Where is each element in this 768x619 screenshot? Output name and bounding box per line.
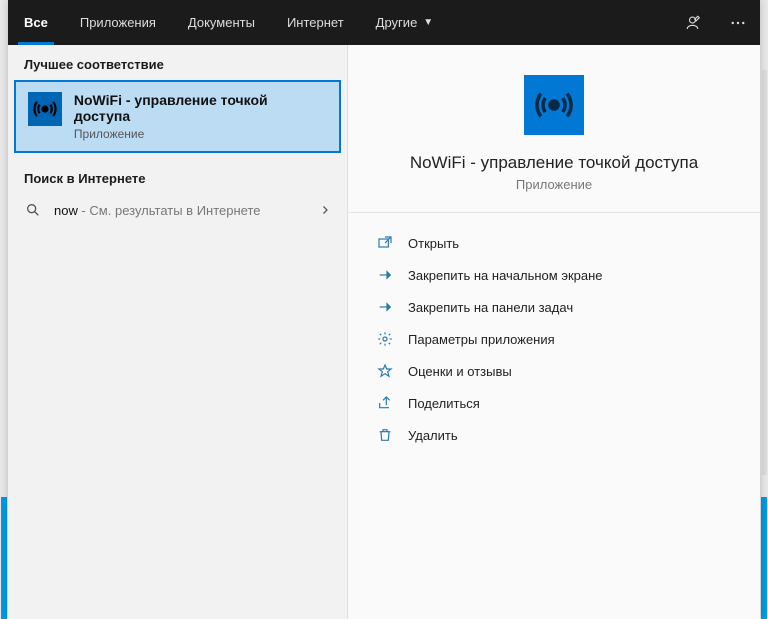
tab-label: Интернет: [287, 15, 344, 30]
best-match-subtitle: Приложение: [74, 127, 327, 141]
action-rate[interactable]: Оценки и отзывы: [370, 355, 738, 387]
bg-scroll-hint: [762, 70, 767, 475]
trash-icon: [376, 427, 394, 443]
actions-list: Открыть Закрепить на начальном экране За…: [348, 213, 760, 465]
web-search-header: Поиск в Интернете: [8, 159, 347, 192]
chevron-down-icon: ▼: [423, 17, 433, 28]
tab-bar: Все Приложения Документы Интернет Другие…: [8, 0, 760, 45]
action-label: Оценки и отзывы: [408, 364, 512, 379]
star-icon: [376, 363, 394, 379]
results-column: Лучшее соответствие NoWiFi - управление …: [8, 45, 348, 619]
tab-label: Документы: [188, 15, 255, 30]
tab-apps[interactable]: Приложения: [64, 0, 172, 45]
search-panel: Все Приложения Документы Интернет Другие…: [8, 0, 760, 619]
tab-docs[interactable]: Документы: [172, 0, 271, 45]
action-label: Удалить: [408, 428, 458, 443]
preview-subtitle: Приложение: [516, 177, 592, 192]
web-search-item[interactable]: now - См. результаты в Интернете: [8, 192, 347, 228]
action-delete[interactable]: Удалить: [370, 419, 738, 451]
feedback-icon[interactable]: [672, 0, 716, 45]
pin-icon: [376, 299, 394, 315]
action-label: Закрепить на начальном экране: [408, 268, 603, 283]
best-match-title: NoWiFi - управление точкой доступа: [74, 92, 327, 124]
action-pin-start[interactable]: Закрепить на начальном экране: [370, 259, 738, 291]
gear-icon: [376, 331, 394, 347]
preview-title: NoWiFi - управление точкой доступа: [410, 153, 698, 173]
action-settings[interactable]: Параметры приложения: [370, 323, 738, 355]
tab-more[interactable]: Другие ▼: [360, 0, 450, 45]
share-icon: [376, 395, 394, 411]
bg-accent-right: [761, 497, 767, 619]
action-pin-taskbar[interactable]: Закрепить на панели задач: [370, 291, 738, 323]
tab-label: Все: [24, 15, 48, 30]
bg-accent-left: [1, 497, 7, 619]
more-options-icon[interactable]: [716, 0, 760, 45]
best-match-text: NoWiFi - управление точкой доступа Прило…: [74, 92, 327, 141]
web-search-suffix: - См. результаты в Интернете: [78, 203, 261, 218]
tab-all[interactable]: Все: [8, 0, 64, 45]
preview-column: NoWiFi - управление точкой доступа Прило…: [348, 45, 760, 619]
best-match-header: Лучшее соответствие: [8, 45, 347, 78]
pin-icon: [376, 267, 394, 283]
tab-web[interactable]: Интернет: [271, 0, 360, 45]
action-label: Открыть: [408, 236, 459, 251]
tab-label: Приложения: [80, 15, 156, 30]
action-open[interactable]: Открыть: [370, 227, 738, 259]
action-label: Закрепить на панели задач: [408, 300, 573, 315]
app-icon-large: [524, 75, 584, 135]
action-label: Поделиться: [408, 396, 480, 411]
main-area: Лучшее соответствие NoWiFi - управление …: [8, 45, 760, 619]
preview-header: NoWiFi - управление точкой доступа Прило…: [348, 45, 760, 213]
open-icon: [376, 235, 394, 251]
app-icon: [28, 92, 62, 126]
web-search-text: now - См. результаты в Интернете: [54, 203, 307, 218]
best-match-item[interactable]: NoWiFi - управление точкой доступа Прило…: [14, 80, 341, 153]
search-icon: [24, 202, 42, 218]
action-share[interactable]: Поделиться: [370, 387, 738, 419]
web-search-query: now: [54, 203, 78, 218]
tab-label: Другие: [376, 15, 418, 30]
action-label: Параметры приложения: [408, 332, 555, 347]
chevron-right-icon: [319, 204, 331, 216]
